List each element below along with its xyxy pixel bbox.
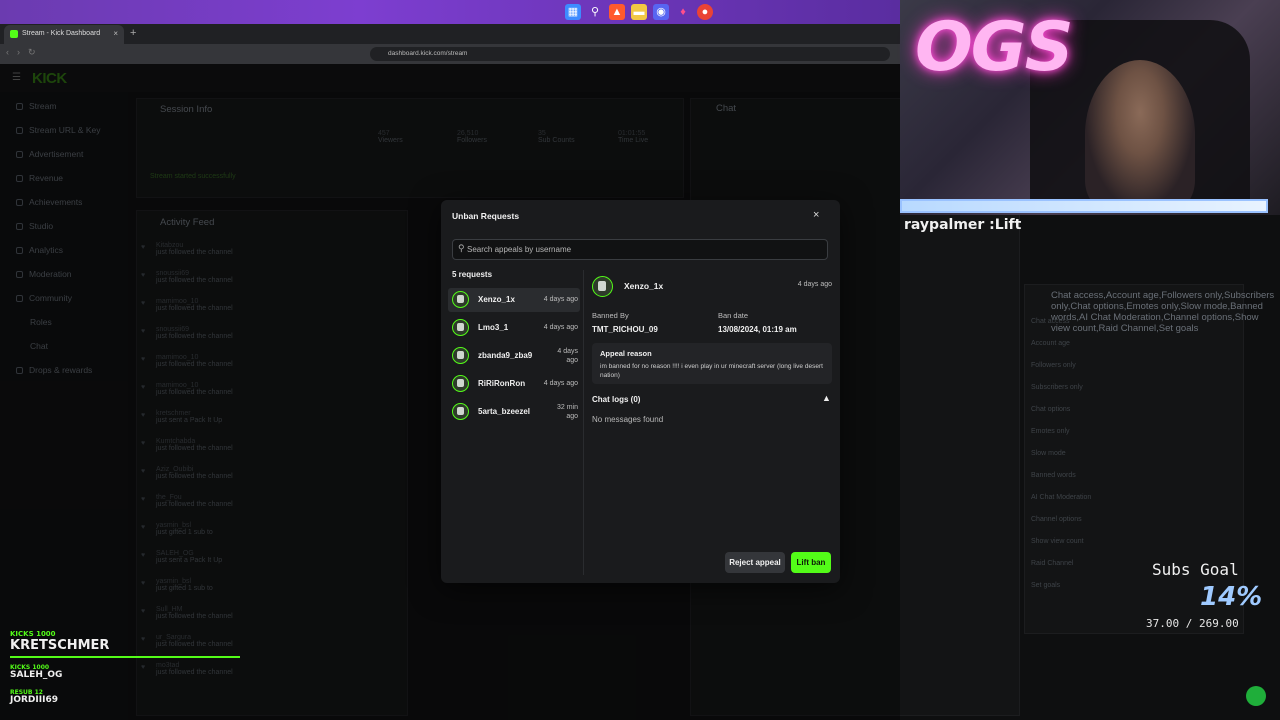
discord-icon[interactable]: ◉ [653, 4, 669, 20]
webcam-streamer [1085, 60, 1195, 210]
request-item[interactable]: RiRiRonRon 4 days ago [448, 372, 580, 396]
request-time: 4 days ago [543, 324, 578, 331]
new-tab-button[interactable]: + [130, 27, 136, 39]
appeal-reason-label: Appeal reason [600, 349, 652, 358]
subs-goal-amount: 37.00 / 269.00 [1146, 617, 1239, 630]
request-username: Lmo3_1 [478, 323, 509, 332]
close-icon[interactable]: × [813, 209, 819, 221]
lift-ban-button[interactable]: Lift ban [791, 552, 831, 573]
browser-nav-buttons[interactable]: ‹›↻ [6, 47, 44, 58]
search-icon: ⚲ [458, 243, 465, 253]
taskbar-icons: ▦ ⚲ ▲ ▬ ◉ ♦ ● [565, 4, 713, 20]
avatar [592, 276, 613, 297]
channel-action-item[interactable]: Show view count [1031, 538, 1084, 545]
channel-action-item[interactable]: Slow mode [1031, 450, 1066, 457]
streamer-label: raypalmer :Lift [904, 217, 1022, 233]
ban-date-label: Ban date [718, 311, 749, 320]
avatar [452, 403, 469, 420]
avatar [452, 347, 469, 364]
channel-action-item[interactable]: Raid Channel [1031, 560, 1073, 567]
channel-action-item[interactable]: Set goals [1031, 582, 1060, 589]
app-pin-icon[interactable]: ♦ [675, 4, 691, 20]
kicks-name: SALEH_OG [10, 670, 63, 680]
address-bar[interactable]: dashboard.kick.com/stream [370, 47, 890, 61]
chrome-icon[interactable]: ● [697, 4, 713, 20]
kick-favicon-icon [10, 30, 18, 38]
channel-action-item[interactable]: Followers only [1031, 362, 1076, 369]
banned-by-value: TMT_RICHOU_09 [592, 325, 658, 334]
channel-action-item[interactable]: Subscribers only [1031, 384, 1083, 391]
reject-appeal-button[interactable]: Reject appeal [725, 552, 785, 573]
request-item[interactable]: 5arta_bzeezel 32 min ago [448, 400, 580, 424]
windows-start-icon[interactable]: ▦ [565, 4, 581, 20]
kicks-name: JORDIII69 [10, 695, 58, 705]
chat-logs-toggle[interactable]: Chat logs (0) [592, 395, 640, 404]
request-time: 4 days ago [543, 296, 578, 303]
channel-action-item[interactable]: Chat access [1031, 318, 1070, 325]
request-item[interactable]: Xenzo_1x 4 days ago [448, 288, 580, 312]
browser-tab[interactable]: Stream - Kick Dashboard × [4, 25, 124, 44]
close-tab-icon[interactable]: × [113, 29, 118, 38]
chevron-up-icon[interactable]: ▲ [822, 393, 831, 403]
no-messages-text: No messages found [592, 415, 664, 424]
request-username: 5arta_bzeezel [478, 407, 531, 416]
request-item[interactable]: Lmo3_1 4 days ago [448, 316, 580, 340]
channel-action-item[interactable]: Banned words [1031, 472, 1076, 479]
channel-actions-title: Chat access,Account age,Followers only,S… [1051, 290, 1275, 334]
channel-action-item[interactable]: Channel options [1031, 516, 1082, 523]
request-item[interactable]: zbanda9_zba9 4 days ago [448, 344, 580, 368]
detail-time: 4 days ago [797, 281, 832, 288]
brave-browser-icon[interactable]: ▲ [609, 4, 625, 20]
ban-date-value: 13/08/2024, 01:19 am [718, 325, 797, 334]
subs-goal-percent: 14% [1200, 582, 1263, 612]
webcam-frame-bar [900, 199, 1268, 213]
modal-divider [583, 270, 584, 575]
request-time: 4 days ago [543, 380, 578, 387]
request-username: zbanda9_zba9 [478, 351, 533, 360]
neon-sign-logo: OGS [915, 8, 1074, 87]
channel-action-item[interactable]: Emotes only [1031, 428, 1070, 435]
subs-goal-label: Subs Goal [1152, 560, 1239, 579]
tab-title: Stream - Kick Dashboard [22, 30, 101, 37]
appeal-reason-text: im banned for no reason !!!! i even play… [600, 363, 823, 379]
file-explorer-icon[interactable]: ▬ [631, 4, 647, 20]
kicks-progress [10, 656, 240, 658]
request-time: 32 min ago [556, 404, 578, 420]
request-count: 5 requests [452, 270, 493, 279]
detail-username: Xenzo_1x [624, 281, 664, 291]
search-icon[interactable]: ⚲ [587, 4, 603, 20]
os-taskbar [0, 0, 900, 24]
banned-by-label: Banned By [592, 311, 629, 320]
modal-title: Unban Requests [452, 211, 520, 221]
avatar [452, 375, 469, 392]
avatar [452, 291, 469, 308]
channel-action-item[interactable]: Account age [1031, 340, 1070, 347]
channel-action-item[interactable]: AI Chat Moderation [1031, 494, 1091, 501]
chat-bubble-icon[interactable] [1246, 686, 1266, 706]
request-username: Xenzo_1x [478, 295, 515, 304]
kicks-header: KICKS 1000 [10, 630, 56, 638]
search-appeals-input[interactable] [467, 240, 817, 259]
request-username: RiRiRonRon [478, 379, 526, 388]
avatar [452, 319, 469, 336]
request-time: 4 days ago [557, 348, 578, 364]
kicks-name: KRETSCHMER [10, 638, 110, 653]
channel-action-item[interactable]: Chat options [1031, 406, 1070, 413]
